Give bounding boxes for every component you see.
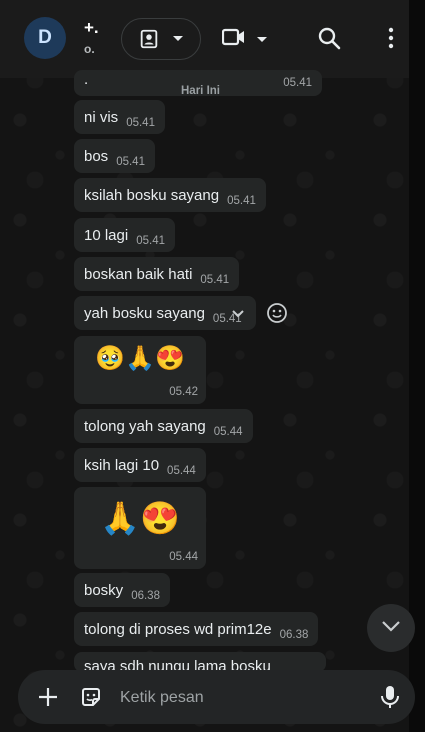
message-bubble[interactable]: boskan baik hati 05.41 (74, 257, 240, 291)
message-composer (18, 670, 415, 724)
call-icon (138, 28, 160, 50)
emoji-icon (266, 303, 288, 328)
message-bubble[interactable]: 10 lagi 05.41 (74, 218, 175, 252)
chevron-down-icon (381, 619, 401, 637)
sticker-icon (79, 688, 103, 713)
message-text: boskan baik hati (84, 265, 193, 283)
message-text: . (84, 70, 89, 88)
contact-status: o. (84, 42, 95, 56)
message-time: 05.41 (126, 117, 155, 129)
attach-button[interactable] (36, 685, 60, 714)
message-time: 06.38 (131, 590, 160, 602)
message-bubble[interactable]: ksilah bosku sayang 05.41 (74, 178, 266, 212)
chevron-down-icon (172, 35, 184, 43)
message-time: 05.44 (213, 426, 243, 438)
message-text: 10 lagi (84, 226, 129, 244)
message-time: 05.41 (283, 77, 312, 89)
message-time: 05.41 (136, 235, 165, 247)
message-text: ni vis (84, 108, 119, 126)
chevron-down-icon (256, 31, 268, 49)
message-time: 05.41 (116, 156, 145, 168)
message-text: tolong yah sayang (84, 417, 206, 435)
emoji-message[interactable]: 🥹🙏😍 05.42 (74, 336, 206, 404)
message-time: 06.38 (279, 629, 309, 641)
menu-button[interactable] (379, 26, 403, 55)
message-text: bos (84, 147, 109, 165)
message-time: 05.44 (167, 465, 196, 477)
message-emoji: 🥹🙏😍 (95, 345, 185, 372)
avatar[interactable]: D (24, 17, 66, 59)
call-button[interactable] (121, 18, 201, 60)
message-bubble[interactable]: tolong yah sayang 05.44 (74, 409, 253, 443)
message-bubble[interactable]: ni vis 05.41 (74, 100, 165, 134)
emoji-message[interactable]: 🙏😍 05.44 (74, 487, 206, 569)
contact-name[interactable]: +. (84, 18, 99, 38)
message-input[interactable] (118, 684, 362, 712)
search-icon (317, 27, 341, 54)
sticker-button[interactable] (79, 685, 103, 714)
message-bubble[interactable]: tolong di proses wd prim12e 06.38 (74, 612, 319, 646)
plus-icon (36, 688, 60, 713)
message-emoji: 🙏😍 (100, 500, 180, 536)
message-text: yah bosku sayang (84, 304, 205, 322)
message-bubble[interactable]: bosky 06.38 (74, 573, 170, 607)
message-text: bosky (84, 581, 124, 599)
chat-header: D +. o. (0, 0, 409, 78)
message-time: 05.41 (227, 195, 256, 207)
video-icon (221, 26, 246, 53)
message-time: 05.44 (169, 551, 198, 563)
message-text: ksih lagi 10 (84, 456, 160, 474)
message-bubble[interactable]: saya sdh nungu lama bosku (74, 652, 326, 672)
react-button[interactable] (266, 302, 288, 329)
message-time: 05.41 (200, 274, 230, 286)
scroll-to-bottom-button[interactable] (367, 604, 415, 652)
message-options-button[interactable] (230, 306, 246, 327)
message-text: ksilah bosku sayang (84, 186, 220, 204)
message-time: 05.42 (169, 386, 198, 398)
search-button[interactable] (317, 26, 341, 55)
more-vert-icon (379, 27, 403, 54)
voice-message-button[interactable] (379, 685, 401, 714)
date-chip: Hari Ini (181, 85, 220, 97)
message-bubble[interactable]: ksih lagi 10 05.44 (74, 448, 206, 482)
message-bubble[interactable]: yah bosku sayang 05.41 (74, 296, 256, 330)
message-bubble[interactable]: bos 05.41 (74, 139, 155, 173)
chevron-down-icon (230, 309, 246, 326)
video-call-button[interactable] (221, 26, 268, 53)
message-text: tolong di proses wd prim12e (84, 620, 272, 638)
mic-icon (379, 686, 401, 713)
